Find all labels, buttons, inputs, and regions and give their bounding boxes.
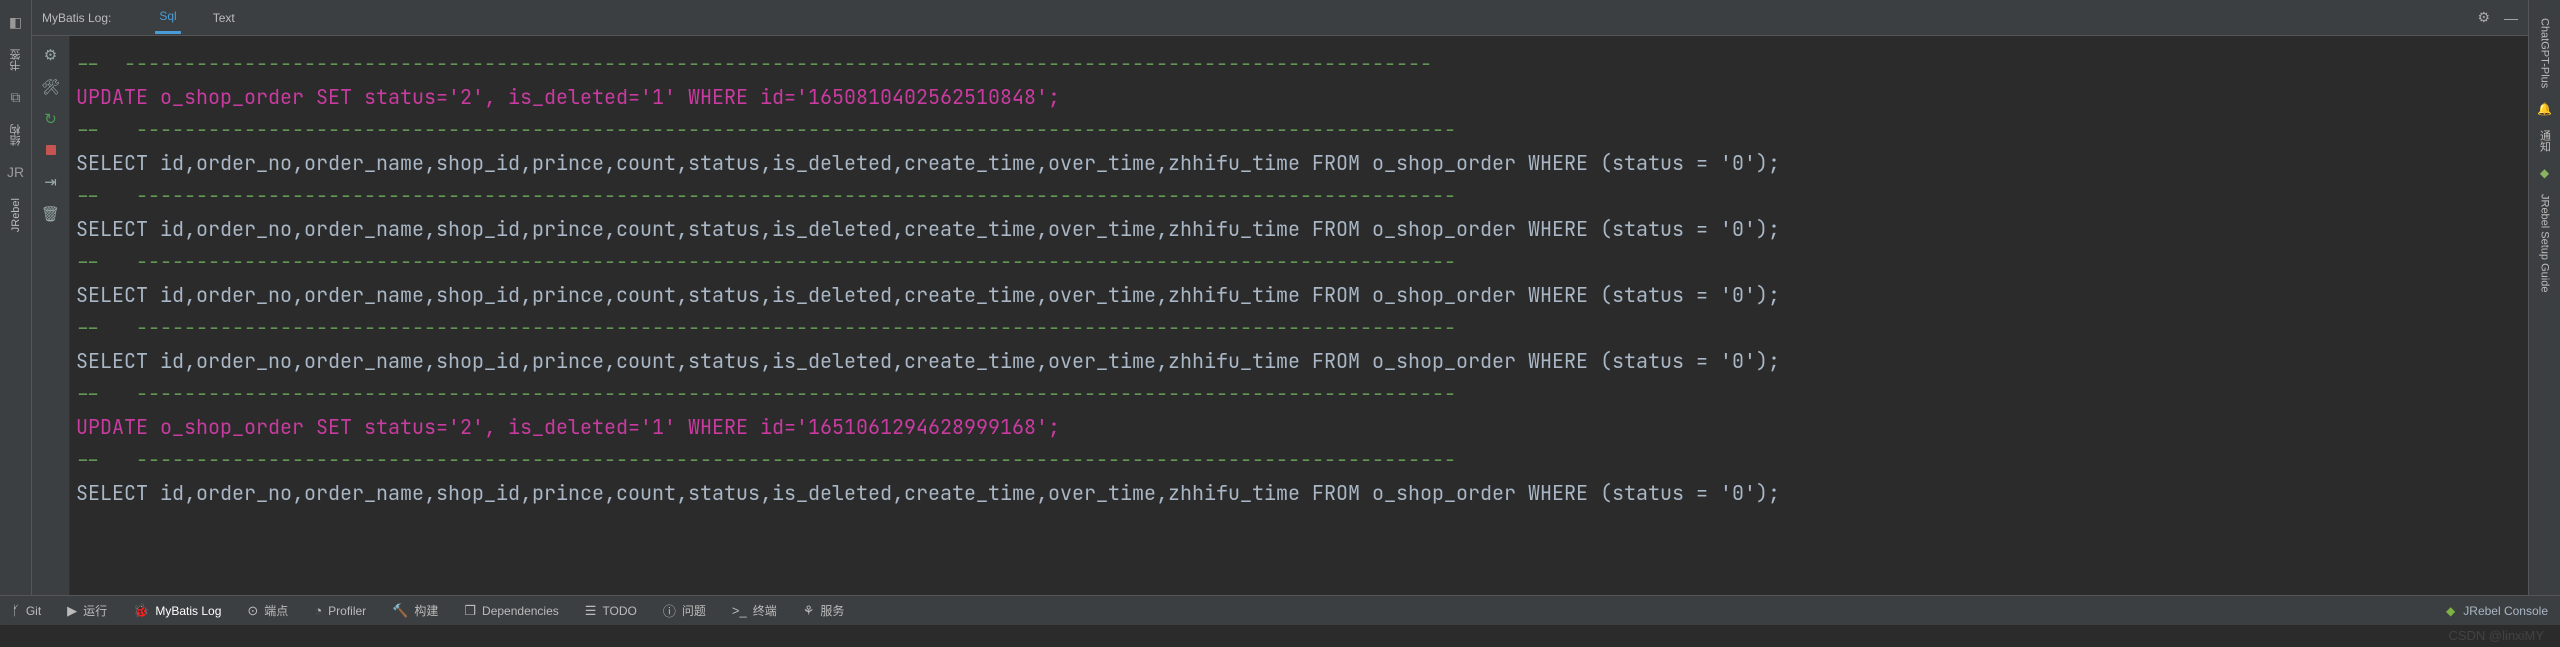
log-line: SELECT id,order_no,order_name,shop_id,pr…	[76, 147, 2522, 180]
left-strip-bookmarks[interactable]: 书签	[8, 49, 24, 71]
sb-git[interactable]: ᚶGit	[12, 603, 41, 618]
log-line: SELECT id,order_no,order_name,shop_id,pr…	[76, 345, 2522, 378]
sb-dependencies[interactable]: ❒Dependencies	[464, 603, 558, 619]
log-tool-column: ⚙ 🛠 ↻ ⇥ 🗑	[32, 36, 70, 595]
sql-log-output[interactable]: -- -------------------------------------…	[70, 36, 2528, 595]
minimize-icon[interactable]: —	[2504, 10, 2518, 26]
rerun-icon[interactable]: ↻	[44, 110, 57, 128]
right-tool-strip: ChatGPT-Plus 🔔 通知 ◆ JRebel Setup Guide	[2528, 0, 2560, 595]
sb-build[interactable]: 🔨构建	[392, 602, 438, 619]
log-line: -- -------------------------------------…	[76, 378, 2522, 411]
structure-icon[interactable]: ⧉	[11, 89, 21, 106]
stop-icon[interactable]	[46, 142, 56, 159]
log-line: UPDATE o_shop_order SET status='2', is_d…	[76, 81, 2522, 114]
sb-endpoints[interactable]: ⊙端点	[247, 602, 288, 619]
tools-icon[interactable]: 🛠	[41, 78, 60, 96]
trash-icon[interactable]: 🗑	[41, 205, 60, 223]
sb-todo[interactable]: ☰TODO	[585, 603, 637, 619]
log-line: -- -------------------------------------…	[76, 312, 2522, 345]
center-panel: MyBatis Log: Sql Text ⚙ — ⚙ 🛠 ↻ ⇥ 🗑 -- -…	[32, 0, 2528, 595]
tab-sql[interactable]: Sql	[155, 1, 180, 34]
sb-terminal[interactable]: >_终端	[732, 602, 777, 619]
sb-services[interactable]: ⚘服务	[803, 602, 845, 619]
left-strip-jrebel[interactable]: JRebel	[10, 198, 22, 232]
panel-title: MyBatis Log:	[42, 11, 111, 25]
jrebel-console-label[interactable]: JRebel Console	[2463, 604, 2548, 618]
log-line: -- -------------------------------------…	[76, 48, 2522, 81]
log-line: -- -------------------------------------…	[76, 180, 2522, 213]
step-icon[interactable]: ⇥	[44, 173, 57, 191]
right-strip-chatgpt[interactable]: ChatGPT-Plus	[2539, 18, 2551, 88]
sb-mybatis-log[interactable]: 🐞MyBatis Log	[133, 603, 221, 619]
right-strip-notify[interactable]: 通知	[2537, 130, 2553, 152]
log-line: SELECT id,order_no,order_name,shop_id,pr…	[76, 477, 2522, 510]
panel-tabbar: MyBatis Log: Sql Text ⚙ —	[32, 0, 2528, 36]
log-line: SELECT id,order_no,order_name,shop_id,pr…	[76, 279, 2522, 312]
sb-problems[interactable]: ⓘ问题	[663, 601, 706, 620]
log-line: -- -------------------------------------…	[76, 444, 2522, 477]
log-line: -- -------------------------------------…	[76, 114, 2522, 147]
gear-icon[interactable]: ⚙	[2477, 9, 2490, 26]
left-tool-strip: ◧ 书签 ⧉ 结构 JR JRebel	[0, 0, 32, 595]
bookmarks-icon[interactable]: ◧	[9, 14, 22, 31]
log-line: -- -------------------------------------…	[76, 246, 2522, 279]
tab-text[interactable]: Text	[209, 3, 239, 33]
jrebel-icon[interactable]: JR	[7, 164, 24, 180]
sb-profiler[interactable]: ◔Profiler	[314, 603, 366, 618]
jrebel-right-icon[interactable]: ◆	[2540, 166, 2549, 180]
jrebel-console-icon: ◆	[2446, 604, 2455, 618]
sb-run[interactable]: ▶运行	[67, 602, 107, 619]
right-strip-jrebel-guide[interactable]: JRebel Setup Guide	[2539, 194, 2551, 292]
status-bar: ᚶGit ▶运行 🐞MyBatis Log ⊙端点 ◔Profiler 🔨构建 …	[0, 595, 2560, 625]
watermark: CSDN @linxiMY	[2448, 628, 2544, 643]
log-line: SELECT id,order_no,order_name,shop_id,pr…	[76, 213, 2522, 246]
bell-icon[interactable]: 🔔	[2537, 102, 2552, 116]
settings-icon[interactable]: ⚙	[44, 46, 57, 64]
log-line: UPDATE o_shop_order SET status='2', is_d…	[76, 411, 2522, 444]
left-strip-structure[interactable]: 结构	[8, 124, 24, 146]
